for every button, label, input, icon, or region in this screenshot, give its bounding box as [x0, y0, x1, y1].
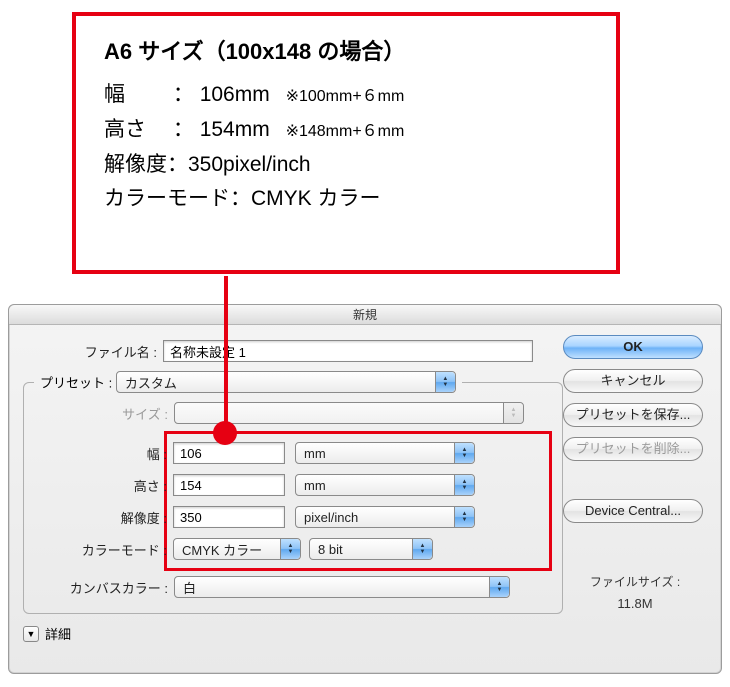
chevron-down-icon: ▼	[27, 629, 36, 639]
filename-input[interactable]	[163, 340, 533, 362]
height-input[interactable]	[173, 474, 285, 496]
label-detail: 詳細	[45, 624, 71, 643]
chevron-updown-icon	[412, 539, 432, 559]
callout-sep: ：	[173, 118, 194, 141]
label-height: 高さ :	[33, 476, 173, 495]
label-canvas-color: カンバスカラー :	[34, 578, 174, 597]
width-unit-select[interactable]: mm	[295, 442, 475, 464]
chevron-updown-icon	[280, 539, 300, 559]
chevron-updown-icon	[489, 577, 509, 597]
chevron-updown-icon	[503, 403, 523, 423]
label-color-mode: カラーモード :	[33, 540, 173, 559]
label-size: サイズ :	[34, 404, 174, 423]
preset-select[interactable]: カスタム	[116, 371, 456, 393]
preset-fieldset: プリセット : カスタム サイズ :	[23, 371, 563, 614]
chevron-updown-icon	[454, 507, 474, 527]
height-unit-value: mm	[304, 478, 326, 493]
label-filename: ファイル名 :	[23, 342, 163, 361]
row-height: 高さ : mm	[33, 469, 543, 501]
callout-row: 幅 ： 106mm ※100mm+６mm	[104, 78, 592, 113]
highlighted-settings: 幅 : mm 高さ : mm	[164, 431, 552, 571]
row-resolution: 解像度 : pixel/inch	[33, 501, 543, 533]
label-width: 幅 :	[33, 444, 173, 463]
row-size: サイズ :	[34, 397, 552, 429]
chevron-updown-icon	[454, 475, 474, 495]
dialog-title: 新規	[9, 305, 721, 325]
canvas-color-select[interactable]: 白	[174, 576, 510, 598]
chevron-updown-icon	[435, 372, 455, 392]
bit-depth-select[interactable]: 8 bit	[309, 538, 433, 560]
callout-row: カラーモード：CMYK カラー	[104, 182, 592, 217]
canvas-color-value: 白	[183, 578, 196, 597]
save-preset-button[interactable]: プリセットを保存...	[563, 403, 703, 427]
row-filename: ファイル名 :	[23, 335, 563, 367]
new-document-dialog: 新規 ファイル名 : プリセット : カスタム サイズ :	[8, 304, 722, 674]
device-central-button[interactable]: Device Central...	[563, 499, 703, 523]
row-canvas-color: カンバスカラー : 白	[34, 571, 552, 603]
ok-button[interactable]: OK	[563, 335, 703, 359]
callout-value: 154mm	[200, 118, 270, 141]
callout-row: 解像度：350pixel/inch	[104, 148, 592, 183]
height-unit-select[interactable]: mm	[295, 474, 475, 496]
resolution-unit-select[interactable]: pixel/inch	[295, 506, 475, 528]
row-detail: ▼ 詳細	[23, 624, 563, 643]
width-input[interactable]	[173, 442, 285, 464]
callout-label: 解像度：350pixel/inch	[104, 153, 311, 176]
color-mode-select[interactable]: CMYK カラー	[173, 538, 301, 560]
delete-preset-button: プリセットを削除...	[563, 437, 703, 461]
callout-title: A6 サイズ（100x148 の場合）	[104, 34, 592, 70]
cancel-button[interactable]: キャンセル	[563, 369, 703, 393]
preset-value: カスタム	[125, 373, 177, 392]
callout-note: ※100mm+６mm	[286, 88, 405, 105]
label-resolution: 解像度 :	[33, 508, 173, 527]
filesize-box: ファイルサイズ : 11.8M	[563, 573, 707, 611]
width-unit-value: mm	[304, 446, 326, 461]
callout-label: 高さ	[104, 118, 146, 141]
chevron-updown-icon	[454, 443, 474, 463]
callout-sep: ：	[173, 83, 194, 106]
callout-row: 高さ ： 154mm ※148mm+６mm	[104, 113, 592, 148]
callout-leader-dot	[213, 421, 237, 445]
resolution-unit-value: pixel/inch	[304, 510, 358, 525]
callout-label: カラーモード：CMYK カラー	[104, 187, 381, 210]
row-color-mode: カラーモード : CMYK カラー 8 bit	[33, 533, 543, 565]
callout-leader-line	[224, 276, 228, 430]
label-preset: プリセット :	[40, 376, 112, 391]
row-width: 幅 : mm	[33, 437, 543, 469]
callout-label: 幅	[104, 83, 125, 106]
value-filesize: 11.8M	[617, 596, 652, 611]
disclosure-toggle[interactable]: ▼	[23, 626, 39, 642]
resolution-input[interactable]	[173, 506, 285, 528]
callout-box: A6 サイズ（100x148 の場合） 幅 ： 106mm ※100mm+６mm…	[72, 12, 620, 274]
label-filesize: ファイルサイズ :	[563, 573, 707, 590]
callout-note: ※148mm+６mm	[286, 123, 405, 140]
bit-depth-value: 8 bit	[318, 542, 343, 557]
callout-value: 106mm	[200, 83, 270, 106]
color-mode-value: CMYK カラー	[182, 540, 262, 559]
